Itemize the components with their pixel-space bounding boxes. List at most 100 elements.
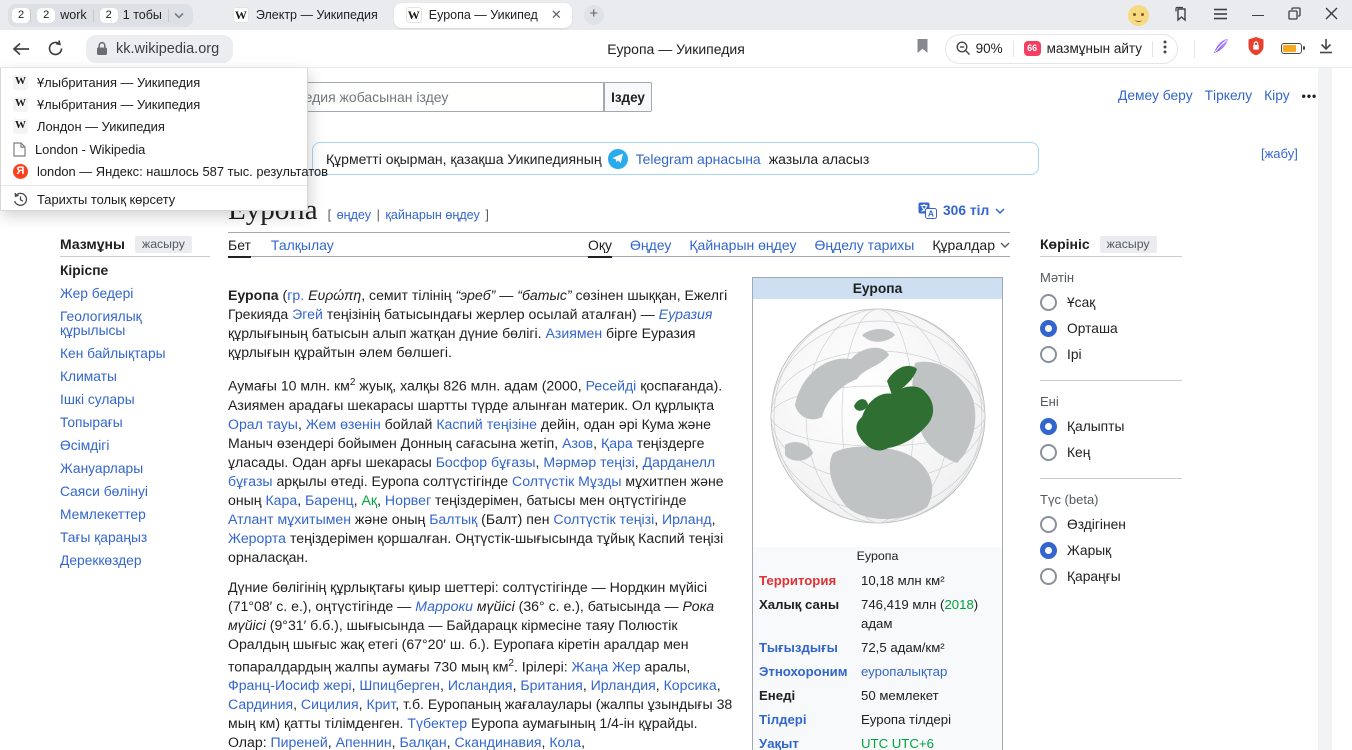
window-maximize-button[interactable] <box>1288 7 1301 23</box>
wiki-link[interactable]: Франц-Иосиф жері <box>228 677 352 693</box>
tab-edit[interactable]: Өңдеу <box>630 232 671 257</box>
telegram-channel-link[interactable]: Telegram арнасына <box>636 151 761 167</box>
tab-tools[interactable]: Құралдар <box>932 232 1010 257</box>
radio-option-standard-width[interactable]: Қалыпты <box>1040 413 1182 439</box>
radio-option-light[interactable]: Жарық <box>1040 537 1182 563</box>
suggestion-item[interactable]: W Ұлыбритания — Уикипедия <box>1 93 307 115</box>
wiki-link[interactable]: гр. <box>287 287 304 303</box>
appearance-hide-button[interactable]: жасыру <box>1100 236 1157 253</box>
more-options-icon[interactable] <box>1163 40 1167 57</box>
wiki-link[interactable]: Сицилия <box>301 696 359 712</box>
login-link[interactable]: Кіру <box>1264 88 1290 103</box>
wiki-link[interactable]: Территория <box>759 573 836 588</box>
toc-item[interactable]: Ішкі сулары <box>60 393 210 407</box>
tab-electr[interactable]: W Электр — Уикипедия <box>221 0 390 30</box>
protect-shield-icon[interactable] <box>1247 36 1265 61</box>
toc-item[interactable]: Геологиялық құрылысы <box>60 310 210 337</box>
toc-item[interactable]: Тағы қараңыз <box>60 531 210 545</box>
wiki-link[interactable]: Марроки <box>415 598 473 614</box>
new-tab-button[interactable]: + <box>584 5 604 25</box>
wiki-link[interactable]: Азиямен <box>545 325 602 341</box>
tab-edit-source[interactable]: Қайнарын өңдеу <box>689 232 796 257</box>
donate-link[interactable]: Демеу беру <box>1118 88 1193 103</box>
wiki-link[interactable]: Этнохороним <box>759 664 848 679</box>
toc-item[interactable]: Саяси бөлінуі <box>60 485 210 499</box>
zoom-indicator[interactable]: 90% <box>956 41 1003 56</box>
menu-hamburger-icon[interactable] <box>1213 8 1228 23</box>
wiki-search-button[interactable]: Іздеу <box>604 82 652 112</box>
wiki-link[interactable]: Азов <box>562 435 593 451</box>
wiki-link[interactable]: Ресейді <box>586 378 637 394</box>
profile-avatar[interactable] <box>1128 5 1149 26</box>
wiki-link[interactable]: Тығыздығы <box>759 640 838 655</box>
wiki-link[interactable]: Апеннин <box>336 734 392 750</box>
groups-chevron-down-icon[interactable] <box>169 8 189 22</box>
suggestion-item[interactable]: London - Wikipedia <box>1 138 307 160</box>
toc-item[interactable]: Жануарлары <box>60 462 210 476</box>
radio-option-wide[interactable]: Кең <box>1040 439 1182 465</box>
bookmarks-panel-icon[interactable] <box>1173 6 1189 25</box>
show-full-history-item[interactable]: Тарихты толық көрсету <box>1 188 307 210</box>
wiki-link[interactable]: Корсика <box>664 677 717 693</box>
banner-close-link[interactable]: [жабу] <box>1261 146 1298 161</box>
wiki-link[interactable]: Норвег <box>385 492 431 508</box>
suggestion-item[interactable]: W Ұлыбритания — Уикипедия <box>1 71 307 93</box>
toc-item[interactable]: Мемлекеттер <box>60 508 210 522</box>
radio-option-standard[interactable]: Орташа <box>1040 315 1182 341</box>
tab-close-icon[interactable]: ✕ <box>551 7 562 23</box>
wiki-link[interactable]: Ақ <box>362 492 378 508</box>
wiki-link[interactable]: Кара <box>265 492 297 508</box>
toc-hide-button[interactable]: жасыру <box>135 236 192 253</box>
window-close-button[interactable] <box>1325 7 1338 23</box>
wiki-link[interactable]: Солтүстік Мұзды <box>512 473 621 489</box>
wiki-link[interactable]: “эреб” <box>455 287 495 303</box>
address-bar[interactable]: kk.wikipedia.org <box>86 35 233 63</box>
wiki-link[interactable]: мүйісі <box>473 598 515 614</box>
wiki-link[interactable]: Баренц <box>305 492 354 508</box>
collapsed-group-badge[interactable]: 2 <box>12 8 30 23</box>
language-selector[interactable]: A 306 тіл <box>918 202 1005 219</box>
toc-item[interactable]: Климаты <box>60 370 210 384</box>
tab-page[interactable]: Бет <box>228 232 251 257</box>
wiki-link[interactable]: Орал тауы <box>228 416 298 432</box>
suggestion-item[interactable]: W Лондон — Уикипедия <box>1 116 307 138</box>
tab-history[interactable]: Өңделу тарихы <box>814 232 914 257</box>
wiki-link[interactable]: Эгей <box>292 306 323 322</box>
wiki-link[interactable]: Мәрмәр теңізі <box>543 454 634 470</box>
tab-group-work[interactable]: 2 work <box>31 4 93 27</box>
edit-link[interactable]: өңдеу <box>337 208 371 222</box>
wiki-link[interactable]: Уақыт белдеулері <box>759 736 833 750</box>
edit-source-link[interactable]: қайнарын өңдеу <box>385 208 479 222</box>
tab-group-1toby[interactable]: 2 1 тобы <box>94 4 168 27</box>
tab-talk[interactable]: Талқылау <box>271 232 334 257</box>
radio-option-dark[interactable]: Қараңғы <box>1040 563 1182 589</box>
radio-option-large[interactable]: Ірі <box>1040 341 1182 367</box>
wiki-link[interactable]: “батыс” <box>517 287 571 303</box>
wiki-link[interactable]: Крит <box>367 696 396 712</box>
wiki-link[interactable]: Каспий теңізіне <box>436 416 537 432</box>
alice-feather-icon[interactable] <box>1211 36 1231 61</box>
toc-item-intro[interactable]: Кіріспе <box>60 264 210 278</box>
bookmark-flag-icon[interactable] <box>916 38 929 59</box>
wiki-link[interactable]: Босфор бұғазы <box>436 454 536 470</box>
wiki-link[interactable]: Жем өзенін <box>306 416 381 432</box>
europe-globe-image[interactable] <box>753 299 1002 547</box>
wiki-link[interactable]: Түбектер <box>407 715 467 731</box>
wiki-link[interactable]: Кола <box>549 734 581 750</box>
reload-button[interactable] <box>38 34 72 64</box>
wiki-link[interactable]: 2018 <box>944 597 973 612</box>
wiki-link[interactable]: Атлант мұхитымен <box>228 511 351 527</box>
wiki-link[interactable]: UTC UTC+6 <box>861 736 934 750</box>
suggestion-item[interactable]: Я london — Яндекс: нашлось 587 тыс. резу… <box>1 161 307 183</box>
wiki-link[interactable]: Тілдері <box>759 712 807 727</box>
downloads-icon[interactable] <box>1318 38 1334 60</box>
wiki-link[interactable]: Сардиния <box>228 696 293 712</box>
wiki-link[interactable]: Еуразия <box>659 306 713 322</box>
wiki-link[interactable]: Шпицберген <box>359 677 440 693</box>
battery-saver-icon[interactable] <box>1281 43 1302 54</box>
wiki-link[interactable]: Балтық <box>429 511 477 527</box>
user-menu-dots[interactable]: ••• <box>1302 89 1318 103</box>
toc-item[interactable]: Жер бедері <box>60 287 210 301</box>
radio-option-automatic[interactable]: Өздігінен <box>1040 511 1182 537</box>
page-scrollbar[interactable] <box>1318 68 1332 750</box>
